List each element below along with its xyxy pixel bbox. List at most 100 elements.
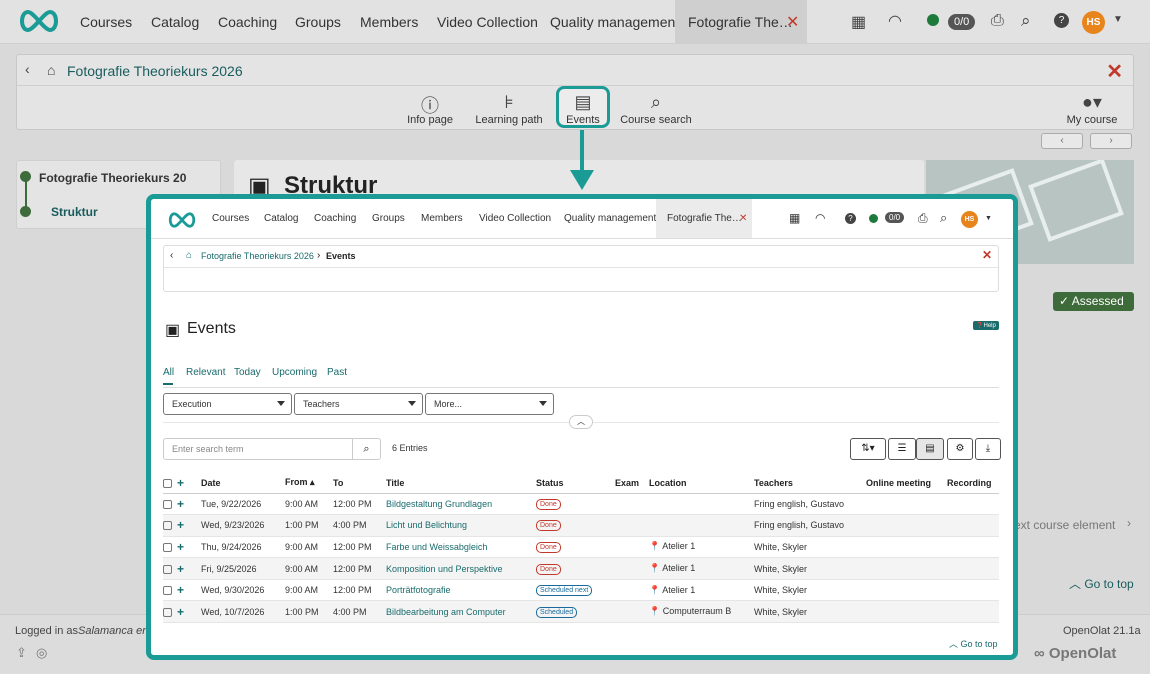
go-to-top-link[interactable]: ︿ Go to top (949, 637, 998, 650)
close-tab-icon[interactable]: ✕ (739, 213, 747, 224)
chevron-down-icon[interactable]: ▼ (1113, 14, 1123, 25)
row-checkbox[interactable] (163, 543, 172, 553)
event-title-link[interactable]: Bildbearbeitung am Computer (386, 607, 506, 617)
openolat-logo-icon[interactable] (165, 211, 199, 229)
nav-quality-management[interactable]: Quality management (564, 213, 656, 224)
help-icon[interactable]: ? (1054, 13, 1069, 28)
search-icon[interactable]: ⌕ (940, 210, 947, 226)
col-recording[interactable]: Recording (947, 473, 999, 494)
col-title[interactable]: Title (386, 473, 536, 494)
nav-coaching[interactable]: Coaching (314, 213, 356, 224)
expand-row-icon[interactable]: + (177, 562, 184, 576)
go-to-top-bg[interactable]: ︿ Go to top (1069, 575, 1134, 592)
settings-button[interactable]: ⚙ (947, 438, 973, 460)
select-all-checkbox[interactable] (163, 478, 172, 488)
expand-row-icon[interactable]: + (177, 605, 184, 619)
help-button[interactable]: ❓Help (973, 321, 999, 330)
course-title[interactable]: Fotografie Theoriekurs 2026 (67, 63, 243, 79)
row-checkbox[interactable] (163, 521, 172, 531)
row-checkbox[interactable] (163, 586, 172, 596)
prev-button[interactable]: ‹ (1041, 133, 1083, 149)
close-tab-icon[interactable]: ✕ (786, 12, 799, 32)
close-icon[interactable]: ✕ (982, 248, 992, 262)
tab-relevant[interactable]: Relevant (186, 367, 225, 378)
count-badge[interactable]: 0/0 (885, 212, 905, 223)
expand-row-icon[interactable]: + (177, 583, 184, 597)
print-icon[interactable]: ⎙ (991, 12, 1004, 30)
next-button[interactable]: › (1090, 133, 1132, 149)
tool-events-content[interactable]: ▤ Events (556, 92, 610, 126)
nav-members[interactable]: Members (421, 213, 463, 224)
avatar[interactable]: HS (961, 211, 978, 228)
tab-all[interactable]: All (163, 367, 174, 378)
next-element-link[interactable]: ext course element (1014, 518, 1115, 532)
breadcrumb-course[interactable]: Fotografie Theoriekurs 2026 (201, 251, 314, 261)
col-online-meeting[interactable]: Online meeting (866, 473, 947, 494)
row-checkbox[interactable] (163, 499, 172, 509)
nav-video-collection[interactable]: Video Collection (437, 14, 538, 30)
event-title-link[interactable]: Bildgestaltung Grundlagen (386, 499, 492, 509)
back-icon[interactable]: ‹ (25, 61, 30, 77)
help-icon[interactable]: ? (845, 213, 856, 224)
event-title-link[interactable]: Porträtfotografie (386, 585, 451, 595)
avatar[interactable]: HS (1082, 11, 1105, 34)
filter-execution[interactable]: Execution (163, 393, 292, 415)
nav-catalog[interactable]: Catalog (264, 213, 298, 224)
rss-icon[interactable]: ◠ (815, 211, 825, 225)
nav-courses[interactable]: Courses (212, 213, 249, 224)
openolat-logo-icon[interactable] (16, 8, 62, 34)
list-view-button[interactable]: ☰ (888, 438, 916, 460)
row-checkbox[interactable] (163, 564, 172, 574)
col-date[interactable]: Date (201, 473, 285, 494)
event-title-link[interactable]: Farbe und Weissabgleich (386, 542, 487, 552)
nav-quality-management[interactable]: Quality management (550, 14, 679, 30)
home-icon[interactable]: ⌂ (186, 250, 192, 261)
rss-icon[interactable]: ◠ (888, 11, 902, 31)
tree-root[interactable]: Fotografie Theoriekurs 20 (39, 171, 186, 185)
collapse-filters-button[interactable]: ︿ (569, 415, 593, 429)
col-teachers[interactable]: Teachers (754, 473, 866, 494)
event-title-link[interactable]: Komposition und Perspektive (386, 564, 503, 574)
col-to[interactable]: To (333, 473, 386, 494)
tool-course-search[interactable]: ⌕ Course search (620, 92, 692, 126)
chevron-right-icon[interactable]: › (1127, 516, 1131, 530)
search-input[interactable]: Enter search term (163, 438, 353, 460)
event-title-link[interactable]: Licht und Belichtung (386, 520, 467, 530)
search-icon[interactable]: ⌕ (1021, 11, 1031, 31)
home-icon[interactable]: ⌂ (47, 62, 55, 78)
calendar-icon[interactable]: ▦ (789, 211, 800, 225)
tool-learning-path[interactable]: ⊧ Learning path (472, 92, 546, 126)
filter-teachers[interactable]: Teachers (294, 393, 423, 415)
course-tab-label[interactable]: Fotografie The… (688, 14, 793, 30)
col-location[interactable]: Location (649, 473, 754, 494)
col-exam[interactable]: Exam (615, 473, 649, 494)
share-icon[interactable]: ⇪ (16, 645, 27, 661)
tab-today[interactable]: Today (234, 367, 261, 378)
filter-more[interactable]: More... (425, 393, 554, 415)
nav-video-collection[interactable]: Video Collection (479, 213, 551, 224)
table-view-button[interactable]: ▤ (916, 438, 944, 460)
settings-icon[interactable]: ◎ (36, 645, 47, 661)
tab-past[interactable]: Past (327, 367, 347, 378)
course-tab-label[interactable]: Fotografie The… (667, 213, 742, 224)
download-button[interactable]: ⤓ (975, 438, 1001, 460)
expand-row-icon[interactable]: + (177, 497, 184, 511)
calendar-icon[interactable]: ▦ (851, 12, 866, 32)
nav-catalog[interactable]: Catalog (151, 14, 199, 30)
nav-members[interactable]: Members (360, 14, 418, 30)
nav-groups[interactable]: Groups (295, 14, 341, 30)
nav-courses[interactable]: Courses (80, 14, 132, 30)
nav-groups[interactable]: Groups (372, 213, 405, 224)
tab-upcoming[interactable]: Upcoming (272, 367, 317, 378)
count-badge[interactable]: 0/0 (948, 14, 976, 30)
expand-all-icon[interactable]: + (177, 476, 184, 490)
col-status[interactable]: Status (536, 473, 615, 494)
chevron-down-icon[interactable]: ▼ (985, 215, 992, 222)
print-icon[interactable]: ⎙ (918, 211, 928, 226)
row-checkbox[interactable] (163, 607, 172, 617)
col-from[interactable]: From ▴ (285, 473, 333, 494)
search-button[interactable]: ⌕ (352, 438, 381, 460)
tool-info-page[interactable]: ⓘ Info page (400, 92, 460, 126)
nav-coaching[interactable]: Coaching (218, 14, 277, 30)
my-course-menu[interactable]: ●▾ My course (1064, 92, 1120, 126)
